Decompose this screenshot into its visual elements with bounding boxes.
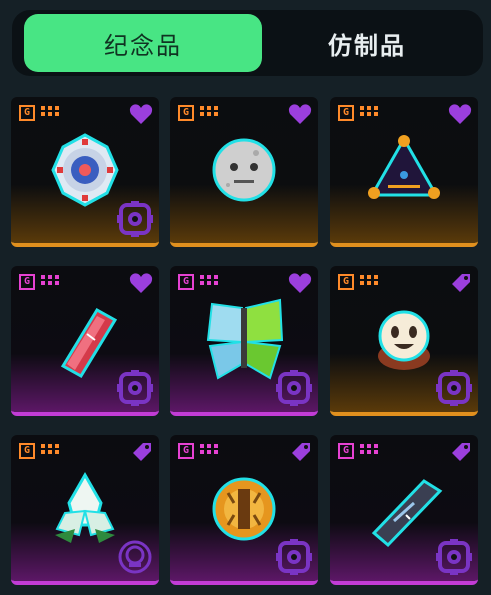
grade-badge: G [338, 105, 354, 121]
faction-emblem-icon [276, 370, 312, 406]
moon-face-icon [194, 125, 294, 215]
item-card[interactable]: G [170, 266, 318, 416]
grade-badge: G [19, 105, 35, 121]
heart-icon[interactable] [288, 103, 312, 125]
heart-icon[interactable] [129, 103, 153, 125]
faction-emblem-icon [436, 539, 472, 575]
rarity-dots-icon [200, 106, 218, 120]
item-card[interactable]: G [330, 435, 478, 585]
rarity-dots-icon [200, 275, 218, 289]
rarity-dots-icon [200, 444, 218, 458]
rarity-dots-icon [360, 275, 378, 289]
tab-replica[interactable]: 仿制品 [262, 14, 472, 72]
category-tabs: 纪念品 仿制品 [12, 10, 483, 76]
heart-icon[interactable] [448, 103, 472, 125]
grade-badge: G [178, 105, 194, 121]
grade-badge: G [178, 443, 194, 459]
grade-badge: G [338, 274, 354, 290]
grade-badge: G [338, 443, 354, 459]
heart-icon[interactable] [288, 272, 312, 294]
tag-icon[interactable] [448, 441, 472, 463]
grade-badge: G [19, 274, 35, 290]
item-card[interactable]: G [11, 435, 159, 585]
item-card[interactable]: G [330, 266, 478, 416]
heart-icon[interactable] [129, 272, 153, 294]
item-card[interactable]: G [11, 97, 159, 247]
item-card[interactable]: G [330, 97, 478, 247]
tab-souvenir[interactable]: 纪念品 [24, 14, 262, 72]
faction-emblem-icon [436, 370, 472, 406]
faction-emblem-icon [117, 370, 153, 406]
rarity-dots-icon [360, 444, 378, 458]
tag-icon[interactable] [129, 441, 153, 463]
rarity-dots-icon [41, 444, 59, 458]
faction-emblem-icon [276, 539, 312, 575]
rarity-dots-icon [360, 106, 378, 120]
triangle-gem-icon [354, 125, 454, 215]
item-card[interactable]: G [170, 97, 318, 247]
tag-icon[interactable] [448, 272, 472, 294]
grade-badge: G [19, 443, 35, 459]
rarity-dots-icon [41, 275, 59, 289]
skull-emblem-icon [117, 539, 153, 575]
faction-emblem-icon [117, 201, 153, 237]
tag-icon[interactable] [288, 441, 312, 463]
item-card[interactable]: G [170, 435, 318, 585]
rarity-dots-icon [41, 106, 59, 120]
grade-badge: G [178, 274, 194, 290]
item-card[interactable]: G [11, 266, 159, 416]
